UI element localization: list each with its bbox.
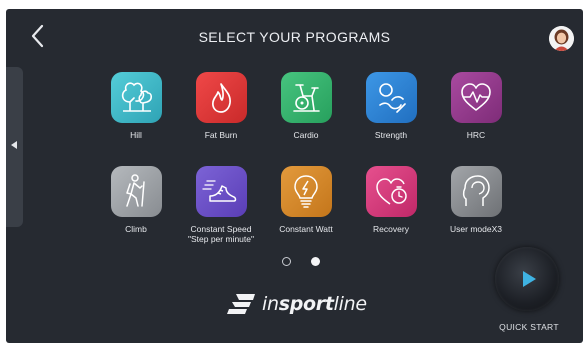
program-user-mode[interactable]: User modeX3 <box>426 166 526 234</box>
program-label: User modeX3 <box>450 224 502 234</box>
user-profile-icon <box>450 166 502 217</box>
program-hrc[interactable]: HRC <box>426 72 526 140</box>
brand-logo: insportline <box>227 291 367 317</box>
program-label: HRC <box>466 130 486 140</box>
running-shoe-icon <box>195 166 247 217</box>
user-avatar[interactable] <box>549 26 574 51</box>
program-sublabel: "Step per minute" <box>187 234 255 244</box>
insportline-logo-icon <box>227 294 255 314</box>
profile-photo-icon <box>549 26 574 51</box>
heart-rate-icon <box>450 72 502 123</box>
hiker-icon <box>110 166 162 217</box>
page-title: SELECT YOUR PROGRAMS <box>198 29 391 45</box>
arrow-left-icon <box>11 141 17 149</box>
heart-stopwatch-icon <box>365 166 417 217</box>
lightbulb-icon <box>280 166 332 217</box>
quick-start-label: QUICK START <box>499 322 559 332</box>
page-indicator-1[interactable] <box>282 257 291 266</box>
brand-name: insportline <box>262 293 367 315</box>
strength-icon <box>365 72 417 123</box>
tree-icon <box>110 72 162 123</box>
quick-start-button[interactable] <box>495 247 559 311</box>
page-indicator-2[interactable] <box>311 257 320 266</box>
program-selection-screen: SELECT YOUR PROGRAMS Hill Fat Burn Cardi… <box>6 9 583 343</box>
side-panel-toggle[interactable] <box>6 67 23 227</box>
play-icon <box>523 271 536 287</box>
flame-icon <box>195 72 247 123</box>
exercise-bike-icon <box>280 72 332 123</box>
